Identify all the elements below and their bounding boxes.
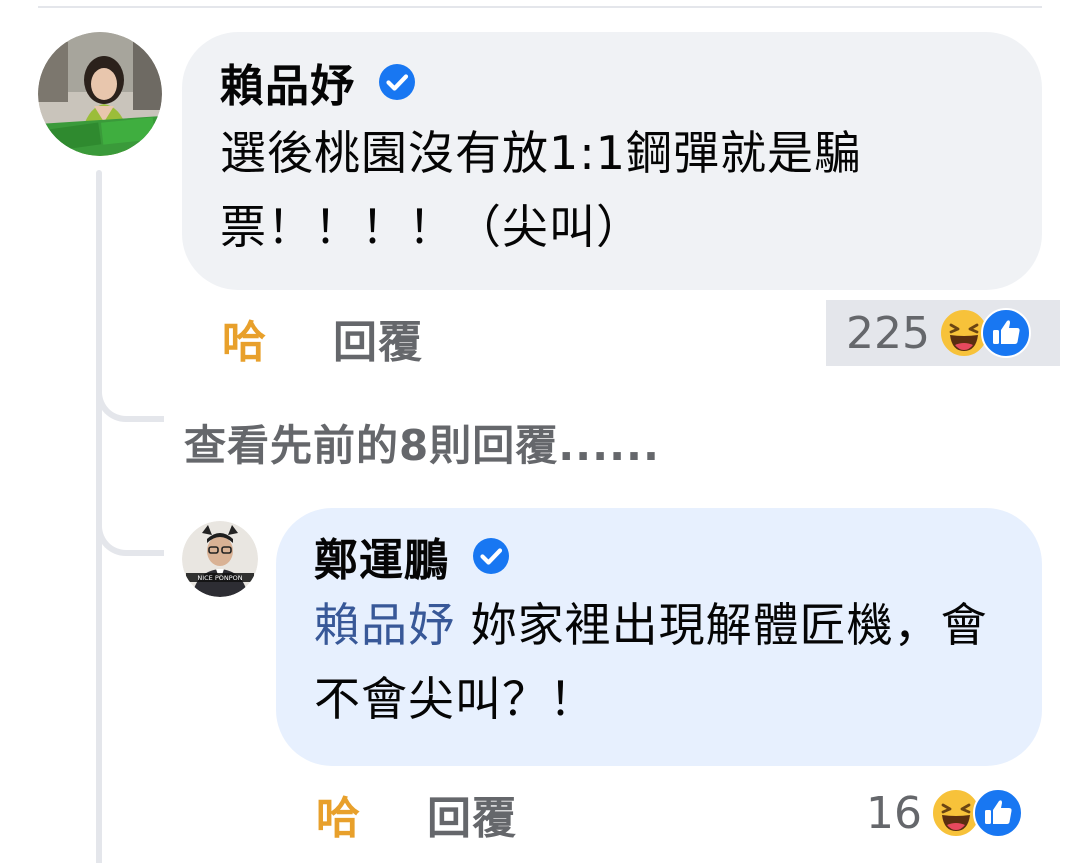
avatar[interactable]: NICE PONPON: [182, 521, 258, 597]
comment-text: 選後桃園沒有放1:1鋼彈就是騙票！！！！（尖叫）: [220, 126, 862, 254]
reaction-summary[interactable]: 16: [846, 780, 1042, 846]
author-name[interactable]: 鄭運鵬: [314, 524, 449, 588]
thread-branch: [96, 388, 164, 422]
comment-actions: 哈 回覆: [222, 308, 423, 368]
reaction-count: 16: [866, 787, 922, 839]
reaction-summary[interactable]: 225: [826, 300, 1060, 366]
react-button[interactable]: 哈: [316, 782, 361, 846]
view-previous-replies-link[interactable]: 查看先前的8則回覆......: [184, 412, 660, 473]
comment-actions: 哈 回覆: [316, 784, 517, 844]
comment-thread: 賴品妤 選後桃園沒有放1:1鋼彈就是騙票！！！！（尖叫） 哈 回覆 225 查看…: [0, 0, 1080, 863]
verified-badge-icon: [471, 536, 511, 576]
verified-badge-icon: [377, 62, 417, 102]
avatar[interactable]: [38, 32, 162, 156]
comment-bubble: 賴品妤 選後桃園沒有放1:1鋼彈就是騙票！！！！（尖叫）: [182, 32, 1042, 290]
svg-text:NICE PONPON: NICE PONPON: [197, 574, 242, 582]
author-name[interactable]: 賴品妤: [220, 50, 355, 114]
divider: [38, 6, 1042, 8]
reply-button[interactable]: 回覆: [427, 782, 517, 846]
thread-line: [96, 170, 102, 863]
react-button[interactable]: 哈: [222, 306, 267, 370]
thread-branch: [96, 522, 164, 556]
reply-button[interactable]: 回覆: [333, 306, 423, 370]
comment-bubble: 鄭運鵬 賴品妤 妳家裡出現解體匠機，會不會尖叫？！: [276, 508, 1042, 766]
like-icon: [980, 307, 1032, 359]
comment-text: 賴品妤 妳家裡出現解體匠機，會不會尖叫？！: [314, 588, 1002, 736]
reaction-count: 225: [846, 307, 930, 359]
like-icon: [972, 787, 1024, 839]
mention-link[interactable]: 賴品妤: [314, 598, 455, 652]
